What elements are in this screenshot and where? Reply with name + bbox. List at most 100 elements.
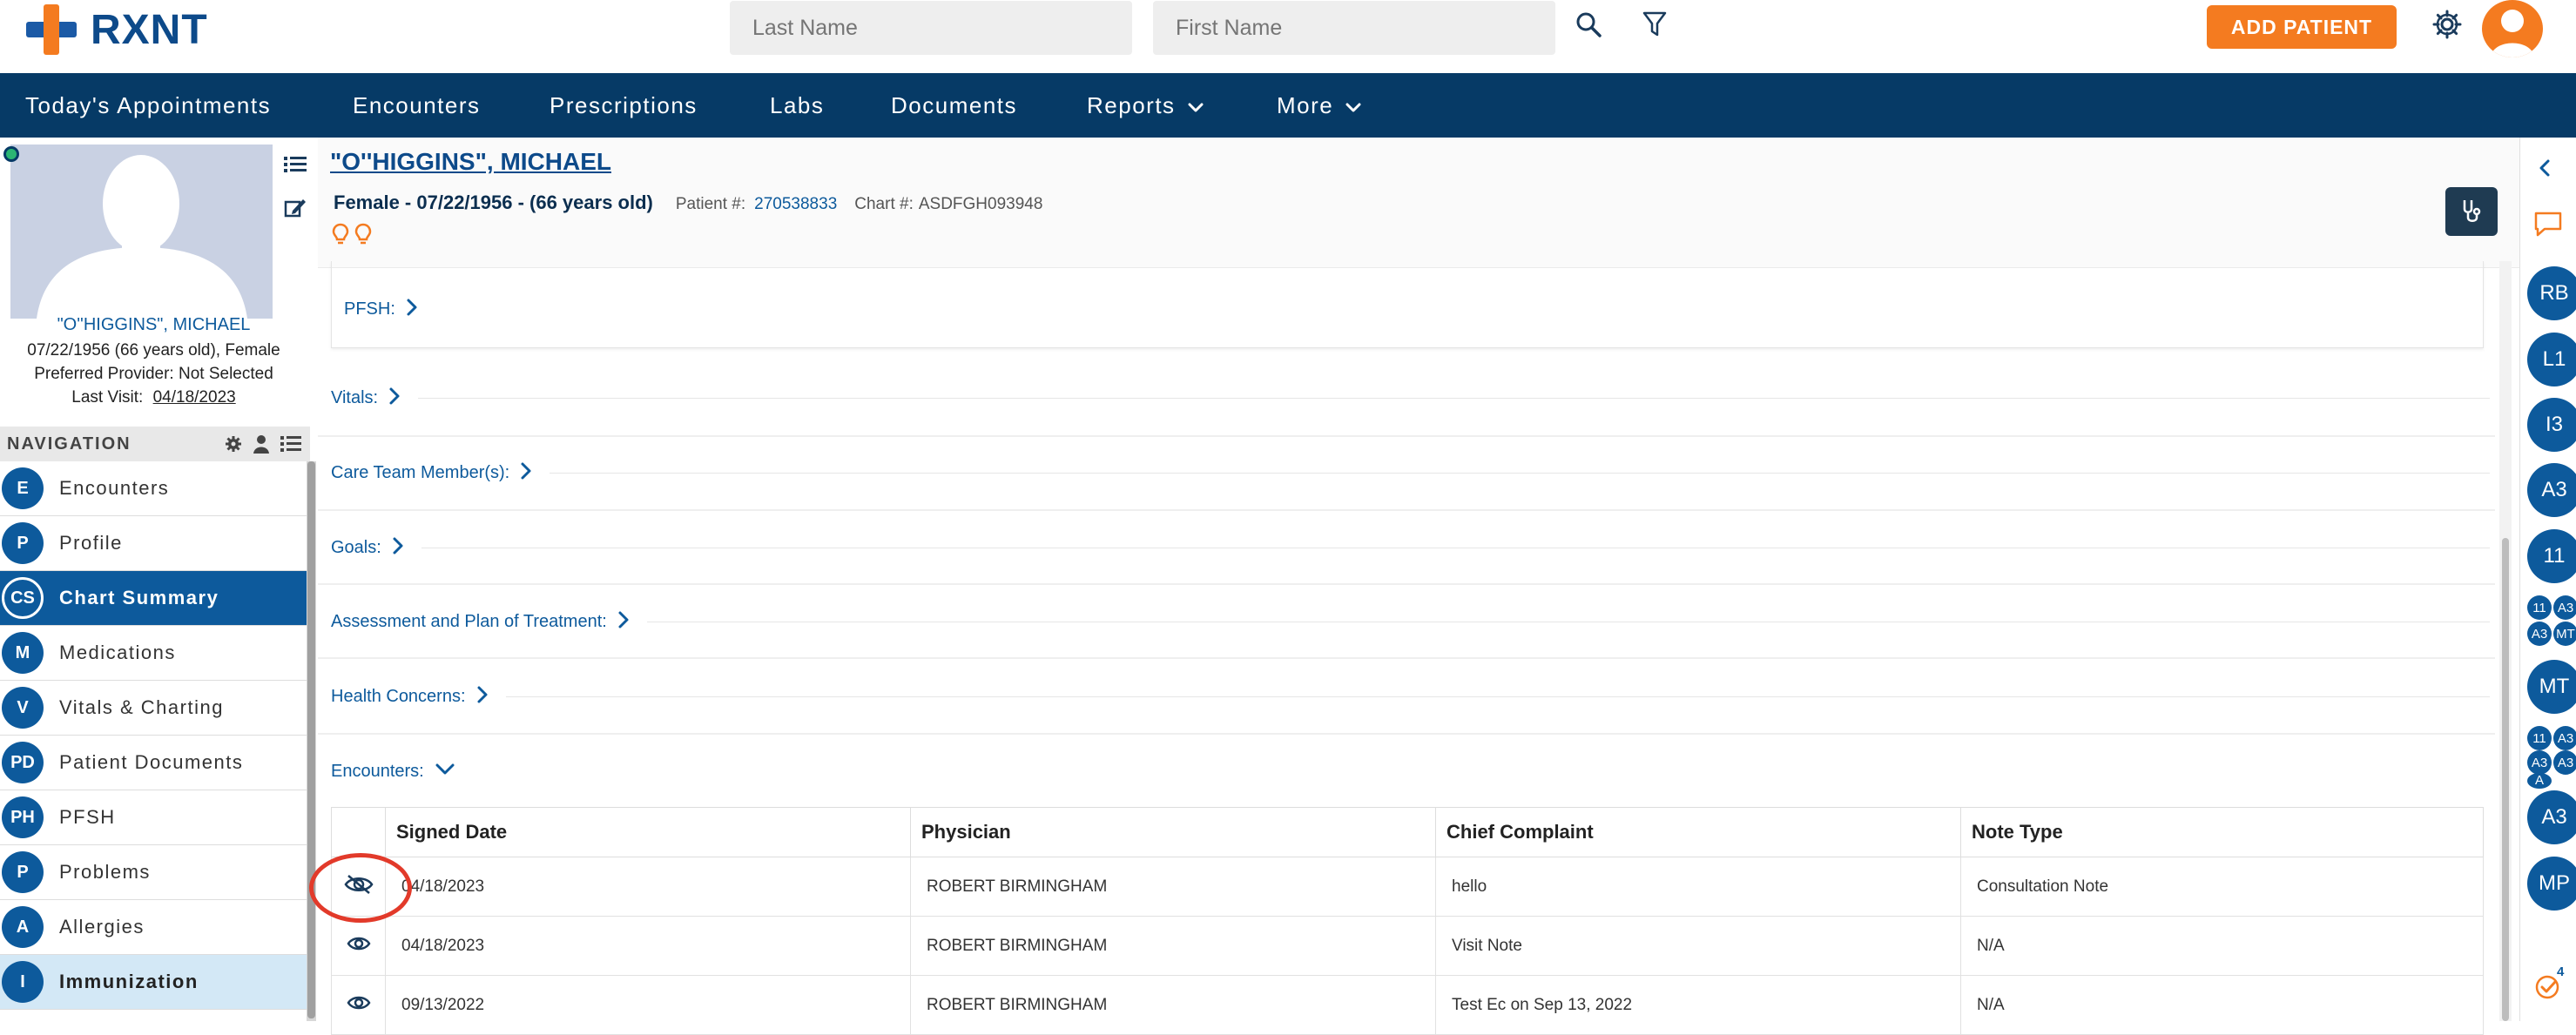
rail-user-badge[interactable]: I3 xyxy=(2527,398,2576,452)
stethoscope-button[interactable] xyxy=(2445,187,2498,236)
rail-mini-badge[interactable]: A3 xyxy=(2553,595,2576,620)
cell-chief-complaint: hello xyxy=(1435,857,1961,917)
section-divider xyxy=(418,397,2490,399)
rail-mini-badge[interactable]: A3 xyxy=(2527,750,2552,775)
eye-icon[interactable] xyxy=(347,994,371,1011)
rail-user-badge[interactable]: 11 xyxy=(2527,529,2576,583)
gear-icon[interactable] xyxy=(225,435,242,458)
divider xyxy=(318,583,2495,585)
section-encounters[interactable]: Encounters: xyxy=(318,749,2495,793)
patient-meta: Female - 07/22/1956 - (66 years old) Pat… xyxy=(334,192,1042,214)
chat-icon[interactable] xyxy=(2532,211,2564,243)
scrollbar-thumb[interactable] xyxy=(307,461,315,1018)
nav-reports[interactable]: Reports xyxy=(1087,92,1204,119)
nav-link-profile[interactable]: P Profile xyxy=(0,516,307,571)
nav-link-immunization[interactable]: I Immunization xyxy=(0,955,307,1010)
table-row[interactable]: 09/13/2022 ROBERT BIRMINGHAM Test Ec on … xyxy=(331,975,2484,1035)
section-health-concerns[interactable]: Health Concerns: xyxy=(318,675,2495,718)
list-icon[interactable] xyxy=(280,435,301,458)
rail-mini-badge[interactable]: A3 xyxy=(2527,622,2552,646)
patient-card-name[interactable]: "O''HIGGINS", MICHAEL xyxy=(0,315,307,335)
section-assessment-plan[interactable]: Assessment and Plan of Treatment: xyxy=(318,600,2495,643)
table-header-signed-date[interactable]: Signed Date xyxy=(385,807,911,857)
first-name-input[interactable] xyxy=(1153,1,1555,55)
patient-name-link[interactable]: "O''HIGGINS", MICHAEL xyxy=(330,148,611,176)
nav-link-patient-documents[interactable]: PD Patient Documents xyxy=(0,736,307,790)
nav-todays-appointments[interactable]: Today's Appointments xyxy=(25,92,271,119)
nav-prescriptions[interactable]: Prescriptions xyxy=(550,92,698,119)
nav-more[interactable]: More xyxy=(1277,92,1361,119)
patient-number[interactable]: 270538833 xyxy=(754,195,837,214)
nav-documents[interactable]: Documents xyxy=(891,92,1017,119)
add-patient-button[interactable]: ADD PATIENT xyxy=(2207,5,2397,49)
nav-badge: E xyxy=(2,467,44,509)
section-goals[interactable]: Goals: xyxy=(318,526,2495,569)
cell-physician: ROBERT BIRMINGHAM xyxy=(910,975,1436,1035)
chevron-right-icon xyxy=(617,610,630,634)
eye-icon[interactable] xyxy=(347,935,371,952)
cell-chief-complaint: Visit Note xyxy=(1435,916,1961,976)
main-scrollbar[interactable] xyxy=(2499,261,2512,1021)
lightbulb-icon[interactable] xyxy=(354,223,372,250)
nav-link-chart-summary[interactable]: CS Chart Summary xyxy=(0,571,307,626)
rxnt-logo[interactable]: RXNT xyxy=(26,3,208,56)
rail-mini-badge[interactable]: A3 xyxy=(2553,750,2576,775)
search-icon[interactable] xyxy=(1573,9,1604,40)
rail-user-badge[interactable]: MT xyxy=(2527,660,2576,714)
person-icon[interactable] xyxy=(253,434,270,459)
chevron-right-icon xyxy=(392,536,404,560)
nav-badge: CS xyxy=(2,577,44,619)
filter-icon[interactable] xyxy=(1639,9,1670,40)
last-name-input[interactable] xyxy=(730,1,1132,55)
nav-badge: PD xyxy=(2,742,44,783)
table-row[interactable]: 04/18/2023 ROBERT BIRMINGHAM hello Consu… xyxy=(331,857,2484,917)
rail-mini-badge[interactable]: 11 xyxy=(2527,595,2552,620)
rail-mini-badge[interactable]: A xyxy=(2527,773,2552,789)
table-header-note-type[interactable]: Note Type xyxy=(1960,807,2484,857)
table-header-chief-complaint[interactable]: Chief Complaint xyxy=(1435,807,1961,857)
nav-badge: I xyxy=(2,961,44,1003)
nav-link-medications[interactable]: M Medications xyxy=(0,626,307,681)
list-icon[interactable] xyxy=(284,155,307,178)
section-care-team[interactable]: Care Team Member(s): xyxy=(318,451,2495,494)
rail-user-badge[interactable]: A3 xyxy=(2527,463,2576,517)
nav-labs[interactable]: Labs xyxy=(770,92,824,119)
nav-more-label: More xyxy=(1277,92,1334,118)
table-row[interactable]: 04/18/2023 ROBERT BIRMINGHAM Visit Note … xyxy=(331,916,2484,976)
rail-user-badge[interactable]: RB xyxy=(2527,266,2576,320)
edit-icon[interactable] xyxy=(284,197,307,224)
user-avatar[interactable] xyxy=(2482,0,2543,57)
nav-link-label: Immunization xyxy=(59,971,199,992)
navigation-scrollbar[interactable] xyxy=(307,461,316,1021)
alert-bulbs xyxy=(332,223,372,250)
section-vitals[interactable]: Vitals: xyxy=(318,376,2495,420)
logo-cross-icon xyxy=(26,4,77,55)
rail-mini-badge[interactable]: 11 xyxy=(2527,726,2552,750)
nav-link-label: Allergies xyxy=(59,916,145,938)
nav-encounters[interactable]: Encounters xyxy=(353,92,481,119)
nav-link-encounters[interactable]: E Encounters xyxy=(0,461,307,516)
nav-link-vitals-charting[interactable]: V Vitals & Charting xyxy=(0,681,307,736)
last-visit-date-link[interactable]: 04/18/2023 xyxy=(153,388,236,407)
lightbulb-icon[interactable] xyxy=(332,223,349,250)
nav-link-allergies[interactable]: A Allergies xyxy=(0,900,307,955)
chevron-left-icon[interactable] xyxy=(2538,158,2552,182)
table-header-physician[interactable]: Physician xyxy=(910,807,1436,857)
rail-mini-badge[interactable]: A3 xyxy=(2553,726,2576,750)
rail-user-badge[interactable]: MP xyxy=(2527,857,2576,911)
scrollbar-thumb[interactable] xyxy=(2502,538,2509,1021)
chart-number-label: Chart #: xyxy=(854,195,914,213)
nav-link-pfsh[interactable]: PH PFSH xyxy=(0,790,307,845)
nav-reports-label: Reports xyxy=(1087,92,1176,118)
section-pfsh[interactable]: PFSH: xyxy=(318,287,2495,331)
main-nav-bar: Today's Appointments Encounters Prescrip… xyxy=(0,73,2576,138)
rail-mini-badge[interactable]: MT xyxy=(2553,622,2576,646)
rail-user-badge[interactable]: L1 xyxy=(2527,333,2576,386)
rail-user-badge[interactable]: A3 xyxy=(2527,790,2576,844)
chevron-down-icon xyxy=(1188,92,1204,119)
nav-link-problems[interactable]: P Problems xyxy=(0,845,307,900)
cell-chief-complaint: Test Ec on Sep 13, 2022 xyxy=(1435,975,1961,1035)
gear-icon[interactable] xyxy=(2430,7,2465,42)
eye-slash-icon[interactable] xyxy=(343,874,374,895)
top-header: RXNT ADD PATIENT xyxy=(0,0,2576,73)
